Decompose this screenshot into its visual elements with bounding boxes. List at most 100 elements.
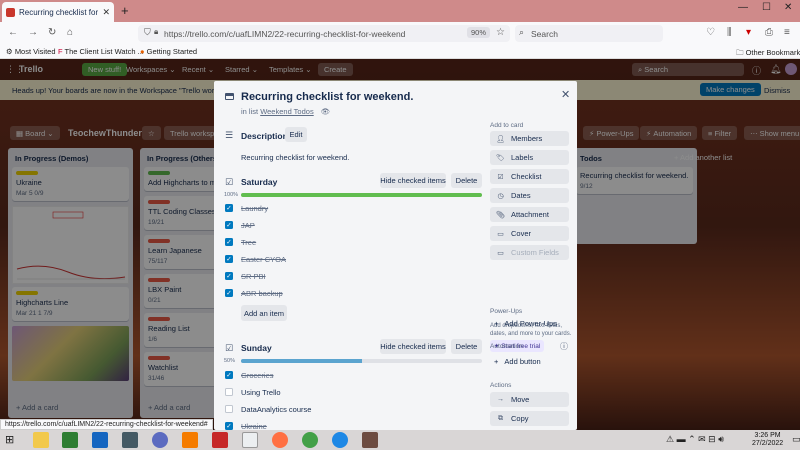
card-title[interactable]: Recurring checklist for weekend. (241, 91, 413, 103)
checkbox-checked-icon[interactable]: ✓ (225, 238, 233, 246)
bookmark-getting-started[interactable]: ● Getting Started (140, 47, 197, 56)
hide-checked-items-button[interactable]: Hide checked items (380, 173, 446, 188)
pocket-icon[interactable]: ♡ (706, 27, 715, 38)
checklist-item-text[interactable]: SR PBI (241, 272, 266, 281)
checklist-item[interactable]: ✓ ABR backup (225, 286, 485, 300)
checklist-item-text[interactable]: Using Trello (241, 388, 281, 397)
cover-button[interactable]: ▭ Cover (490, 226, 569, 241)
checklist-title-saturday[interactable]: Saturday (241, 177, 277, 187)
checklist-button[interactable]: ☑ Checklist (490, 169, 569, 184)
tag-icon: 🏷︎ (496, 154, 505, 162)
search-bar[interactable]: ⌕ Search (515, 25, 663, 42)
trello-app: ⋮⋮ Trello New stuff! Workspaces ⌄ Recent… (0, 59, 800, 430)
hide-checked-items-button[interactable]: Hide checked items (380, 339, 446, 354)
copy-button[interactable]: ⧉ Copy (490, 411, 569, 426)
library-icon[interactable]: ⫼ (727, 27, 732, 38)
document-icon[interactable] (242, 432, 258, 448)
checklist-item-text[interactable]: ABR backup (241, 289, 283, 298)
watch-eye-icon[interactable]: 👁︎ (321, 107, 331, 116)
info-icon[interactable]: ⓘ (560, 341, 568, 352)
delete-checklist-button[interactable]: Delete (451, 173, 482, 188)
reload-icon[interactable]: ↻ (48, 27, 56, 38)
filezilla-icon[interactable] (212, 432, 228, 448)
checkbox-checked-icon[interactable]: ✓ (225, 289, 233, 297)
description-text[interactable]: Recurring checklist for weekend. (241, 153, 349, 162)
checklist-item[interactable]: ✓ Easter CYOA (225, 252, 485, 266)
move-button[interactable]: → Move (490, 392, 569, 407)
new-tab-icon[interactable]: + (121, 3, 129, 18)
checklist-item[interactable]: ✓ Ukraine (225, 419, 485, 430)
custom-fields-button[interactable]: ▭ Custom Fields (490, 245, 569, 260)
add-button-button[interactable]: + Add button (494, 357, 541, 366)
checklist-item[interactable]: ✓ SR PBI (225, 269, 485, 283)
close-icon[interactable]: ✕ (561, 88, 570, 101)
attachment-button[interactable]: 📎︎ Attachment (490, 207, 569, 222)
members-button[interactable]: 👤︎ Members (490, 131, 569, 146)
card-detail-modal: Recurring checklist for weekend. ✕ in li… (214, 81, 577, 430)
zoom-level[interactable]: 90% (466, 27, 490, 38)
checkbox-checked-icon[interactable]: ✓ (225, 422, 233, 430)
shield-icon[interactable]: ⛉ (144, 27, 151, 38)
forward-icon[interactable]: → (28, 27, 38, 38)
windows-start-icon[interactable]: ⊞ (5, 433, 14, 446)
card-list-location: in list Weekend Todos 👁︎ (241, 107, 330, 116)
checkbox-checked-icon[interactable]: ✓ (225, 255, 233, 263)
menu-icon[interactable]: ≡ (784, 27, 790, 38)
monitor-icon[interactable] (122, 432, 138, 448)
checkbox-unchecked-icon[interactable] (225, 388, 233, 396)
maximize-icon[interactable]: ☐ (762, 2, 771, 13)
checkbox-checked-icon[interactable]: ✓ (225, 272, 233, 280)
app-icon[interactable] (332, 432, 348, 448)
bookmark-client-list[interactable]: F The Client List Watch ... (58, 47, 144, 56)
extension-icon[interactable]: ▾ (746, 27, 751, 38)
chrome-icon[interactable] (302, 432, 318, 448)
close-window-icon[interactable]: ✕ (784, 2, 792, 13)
add-item-button[interactable]: Add an item (241, 305, 287, 321)
bookmark-star-icon[interactable]: ☆ (496, 27, 505, 38)
sublime-text-icon[interactable] (182, 432, 198, 448)
checklist-item-text[interactable]: Easter CYOA (241, 255, 286, 264)
close-tab-icon[interactable]: ✕ (102, 7, 110, 18)
globe-icon[interactable] (152, 432, 168, 448)
bookmark-most-visited[interactable]: ⚙ Most Visited (6, 47, 56, 56)
checklist-title-sunday[interactable]: Sunday (241, 343, 272, 353)
firefox-icon[interactable] (272, 432, 288, 448)
back-icon[interactable]: ← (8, 27, 18, 38)
edit-description-button[interactable]: Edit (285, 127, 307, 142)
checkbox-checked-icon[interactable]: ✓ (225, 204, 233, 212)
checklist-item[interactable]: DataAnalytics course (225, 402, 485, 416)
checklist-item[interactable]: Using Trello (225, 385, 485, 399)
notifications-center-icon[interactable]: ▭ (792, 434, 800, 445)
labels-button[interactable]: 🏷︎ Labels (490, 150, 569, 165)
checklist-item-text[interactable]: DataAnalytics course (241, 405, 311, 414)
minimize-icon[interactable]: — (738, 2, 748, 13)
checkbox-checked-icon[interactable]: ✓ (225, 221, 233, 229)
delete-checklist-button[interactable]: Delete (451, 339, 482, 354)
checklist-item[interactable]: ✓ Laundry (225, 201, 485, 215)
checkbox-checked-icon[interactable]: ✓ (225, 371, 233, 379)
system-tray-icons[interactable]: ⚠ ▬ ⌃ ✉ ⊟ 🔊︎ (666, 434, 724, 445)
add-to-card-heading: Add to card (490, 122, 524, 129)
store-icon[interactable] (62, 432, 78, 448)
browser-tab[interactable]: Recurring checklist for weeke ✕ (2, 2, 114, 22)
edge-icon[interactable] (92, 432, 108, 448)
browser-tab-bar: Recurring checklist for weeke ✕ + — ☐ ✕ (0, 0, 800, 22)
checklist-item-text[interactable]: Ukraine (241, 422, 267, 431)
url-bar[interactable]: ⛉ 🔒︎ https://trello.com/c/uafLIMN2/22-re… (138, 25, 510, 42)
list-link[interactable]: Weekend Todos (260, 107, 314, 116)
terminal-icon[interactable] (362, 432, 378, 448)
checklist-item-text[interactable]: Groceries (241, 371, 274, 380)
home-icon[interactable]: ⌂ (67, 27, 73, 38)
print-icon[interactable]: ⎙ (765, 27, 773, 38)
taskbar-clock[interactable]: 3:26 PM 27/2/2022 (752, 432, 783, 449)
checklist-item[interactable]: ✓ Groceries (225, 368, 485, 382)
file-explorer-icon[interactable] (33, 432, 49, 448)
checklist-item[interactable]: ✓ JAP (225, 218, 485, 232)
checklist-item-text[interactable]: Tree (241, 238, 256, 247)
checklist-item-text[interactable]: JAP (241, 221, 255, 230)
checklist-item-text[interactable]: Laundry (241, 204, 268, 213)
dates-button[interactable]: ◷ Dates (490, 188, 569, 203)
add-power-ups-button[interactable]: + Add Power-Ups (494, 319, 557, 328)
checklist-item[interactable]: ✓ Tree (225, 235, 485, 249)
checkbox-unchecked-icon[interactable] (225, 405, 233, 413)
